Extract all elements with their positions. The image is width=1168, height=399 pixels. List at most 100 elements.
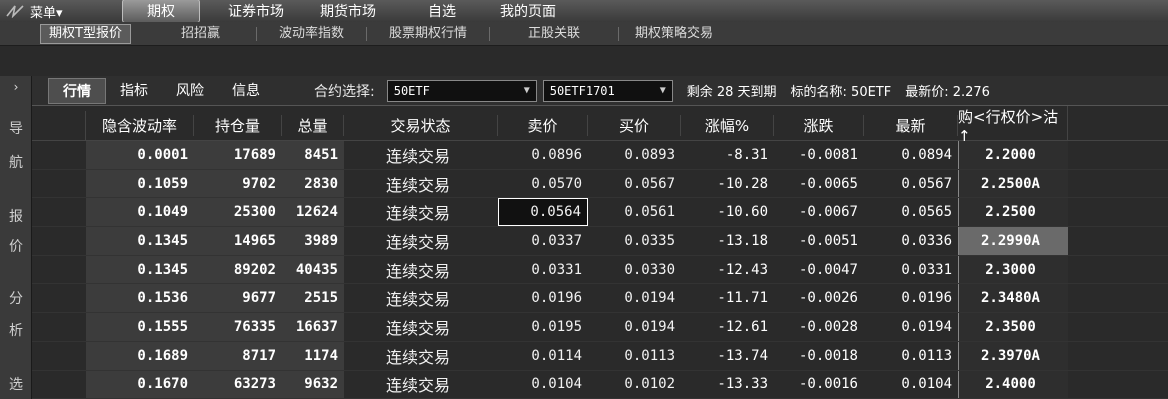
ask-price-cell[interactable]: 0.0564 [498,198,588,227]
bid-price-cell[interactable]: 0.0194 [588,313,681,341]
table-row[interactable]: 0.1670 63273 9632 连续交易 0.0104 0.0102 -13.33 -0.… [32,370,1168,399]
strike-price-cell[interactable]: 2.3480A [958,284,1068,313]
main-menu-button[interactable]: 菜单▾ [30,2,100,21]
subnav-zhaozhaoying[interactable]: 招招赢 [131,26,257,41]
volume-cell[interactable]: 12624 [282,198,344,227]
strike-price-cell[interactable]: 2.2500 [958,198,1068,227]
volume-cell[interactable]: 1174 [282,341,344,370]
subnav-underlying-link[interactable]: 正股关联 [490,26,620,41]
bid-price-cell[interactable]: 0.0893 [588,141,681,169]
change-pct-cell[interactable]: -13.33 [681,371,774,399]
header-implied-vol[interactable]: 隐含波动率 [86,115,194,136]
volume-cell[interactable]: 8451 [282,141,344,169]
bid-price-cell[interactable]: 0.0335 [588,227,681,255]
bid-price-cell[interactable]: 0.0102 [588,371,681,399]
strike-price-cell[interactable]: 2.3970A [958,341,1068,370]
strike-price-cell[interactable]: 2.2500A [958,169,1068,198]
change-pct-cell[interactable]: -10.60 [681,198,774,226]
last-price-cell[interactable]: 0.0331 [864,256,958,284]
open-interest-cell[interactable]: 76335 [194,313,282,341]
last-price-cell[interactable]: 0.0894 [864,141,958,169]
change-cell[interactable]: -0.0081 [774,141,864,169]
implied-vol-cell[interactable]: 0.1689 [86,341,194,370]
last-price-cell[interactable]: 0.0336 [864,227,958,255]
open-interest-cell[interactable]: 63273 [194,370,282,399]
nav-securities-market[interactable]: 证券市场 [210,1,302,21]
open-interest-cell[interactable]: 89202 [194,255,282,284]
volume-cell[interactable]: 9632 [282,370,344,399]
table-row[interactable]: 0.1345 89202 40435 连续交易 0.0331 0.0330 -12.43 -0… [32,255,1168,285]
change-cell[interactable]: -0.0067 [774,198,864,226]
volume-cell[interactable]: 3989 [282,227,344,255]
change-cell[interactable]: -0.0018 [774,342,864,370]
open-interest-cell[interactable]: 25300 [194,198,282,227]
implied-vol-cell[interactable]: 0.1345 [86,255,194,284]
tab-risk[interactable]: 风险 [162,78,218,104]
trade-status-cell[interactable]: 连续交易 [344,256,498,284]
trade-status-cell[interactable]: 连续交易 [344,198,498,226]
header-volume[interactable]: 总量 [282,115,344,136]
header-change[interactable]: 涨跌 [774,115,864,136]
header-open-interest[interactable]: 持仓量 [194,115,282,136]
table-row[interactable]: 0.1555 76335 16637 连续交易 0.0195 0.0194 -12.61 -0… [32,313,1168,342]
ask-price-cell[interactable]: 0.0570 [498,170,588,198]
bid-price-cell[interactable]: 0.0567 [588,170,681,198]
table-row[interactable]: 0.1536 9677 2515 连续交易 0.0196 0.0194 -11.71 -0.0… [32,284,1168,314]
header-last[interactable]: 最新 [864,115,958,136]
tab-quote[interactable]: 行情 [48,77,106,104]
subnav-stock-options[interactable]: 股票期权行情 [367,26,490,41]
header-strike[interactable]: 购<行权价>沽↑ [958,106,1068,145]
open-interest-cell[interactable]: 17689 [194,141,282,169]
implied-vol-cell[interactable]: 0.1059 [86,169,194,198]
header-bid[interactable]: 买价 [588,115,681,136]
last-price-cell[interactable]: 0.0567 [864,170,958,198]
header-trade-status[interactable]: 交易状态 [344,115,498,136]
change-pct-cell[interactable]: -12.43 [681,256,774,284]
change-pct-cell[interactable]: -13.74 [681,342,774,370]
volume-cell[interactable]: 2515 [282,284,344,313]
open-interest-cell[interactable]: 14965 [194,227,282,255]
bid-price-cell[interactable]: 0.0113 [588,342,681,370]
change-pct-cell[interactable]: -10.28 [681,170,774,198]
change-pct-cell[interactable]: -13.18 [681,227,774,255]
trade-status-cell[interactable]: 连续交易 [344,342,498,370]
last-price-cell[interactable]: 0.0565 [864,198,958,226]
change-pct-cell[interactable]: -11.71 [681,284,774,312]
change-pct-cell[interactable]: -8.31 [681,141,774,169]
subnav-t-quote[interactable]: 期权T型报价 [40,23,131,44]
table-row[interactable]: 0.0001 17689 8451 连续交易 0.0896 0.0893 -8.31 -0.0… [32,141,1168,170]
subnav-volatility-index[interactable]: 波动率指数 [257,26,367,41]
volume-cell[interactable]: 16637 [282,313,344,341]
tab-info[interactable]: 信息 [218,78,274,104]
volume-cell[interactable]: 40435 [282,255,344,284]
trade-status-cell[interactable]: 连续交易 [344,371,498,399]
change-cell[interactable]: -0.0026 [774,284,864,312]
ask-price-cell[interactable]: 0.0114 [498,342,588,370]
header-ask[interactable]: 卖价 [498,115,588,136]
ask-price-cell[interactable]: 0.0896 [498,141,588,169]
trade-status-cell[interactable]: 连续交易 [344,170,498,198]
contract-month-select[interactable]: 50ETF1701 ▼ [542,79,673,102]
strike-price-cell[interactable]: 2.2000 [958,141,1068,169]
change-cell[interactable]: -0.0016 [774,371,864,399]
table-row[interactable]: 0.1689 8717 1174 连续交易 0.0114 0.0113 -13.74 -0.0… [32,341,1168,371]
bid-price-cell[interactable]: 0.0561 [588,198,681,226]
change-cell[interactable]: -0.0065 [774,170,864,198]
change-cell[interactable]: -0.0047 [774,256,864,284]
ask-price-cell[interactable]: 0.0331 [498,256,588,284]
subnav-strategy-trading[interactable]: 期权策略交易 [619,26,729,41]
trade-status-cell[interactable]: 连续交易 [344,141,498,169]
header-change-pct[interactable]: 涨幅% [681,115,774,136]
implied-vol-cell[interactable]: 0.1670 [86,370,194,399]
implied-vol-cell[interactable]: 0.0001 [86,141,194,169]
table-row[interactable]: 0.1059 9702 2830 连续交易 0.0570 0.0567 -10.28 -0.0… [32,169,1168,199]
ask-price-cell[interactable]: 0.0196 [498,284,588,312]
trade-status-cell[interactable]: 连续交易 [344,227,498,255]
table-row[interactable]: 0.1049 25300 12624 连续交易 0.0564 0.0561 -10.60 -0… [32,198,1168,228]
change-cell[interactable]: -0.0028 [774,313,864,341]
change-cell[interactable]: -0.0051 [774,227,864,255]
open-interest-cell[interactable]: 9702 [194,169,282,198]
strike-price-cell[interactable]: 2.3500 [958,313,1068,341]
volume-cell[interactable]: 2830 [282,169,344,198]
implied-vol-cell[interactable]: 0.1555 [86,313,194,341]
